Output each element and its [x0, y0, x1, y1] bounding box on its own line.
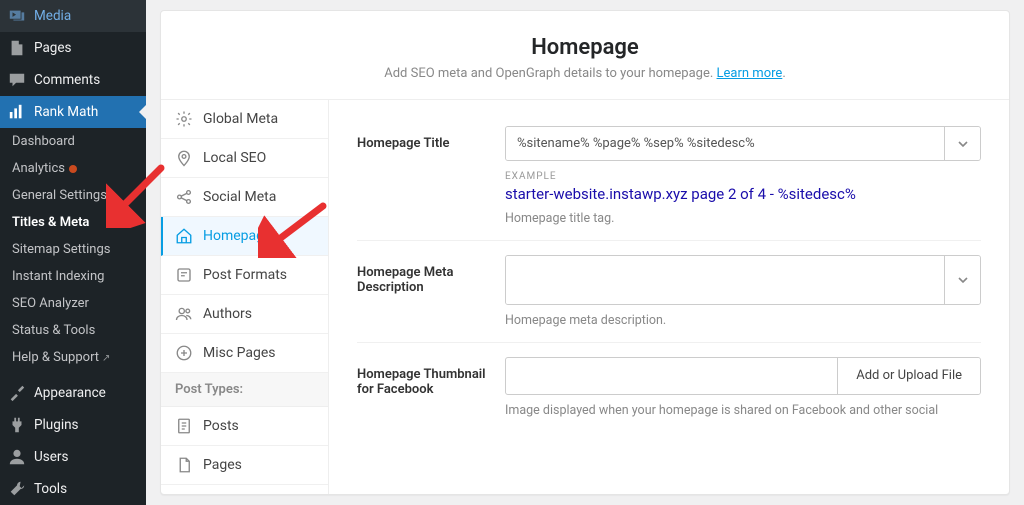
tab-label: Social Meta — [203, 189, 276, 205]
menu-label: Tools — [34, 481, 67, 497]
example-label: EXAMPLE — [505, 171, 981, 182]
tab-social-meta[interactable]: Social Meta — [161, 178, 328, 217]
submenu-status-tools[interactable]: Status & Tools — [0, 317, 146, 344]
page-title: Homepage — [181, 35, 989, 60]
description-variables-dropdown[interactable] — [944, 256, 980, 304]
tab-label: Pages — [203, 457, 242, 473]
chevron-down-icon — [957, 274, 969, 286]
external-link-icon: ↗ — [102, 353, 110, 364]
wp-admin-sidebar: Media Pages Comments Rank Math Dashboard… — [0, 0, 146, 505]
homepage-title-input[interactable] — [506, 127, 944, 160]
settings-subnav: Global Meta Local SEO Social Meta Homepa… — [161, 100, 329, 494]
submenu-dashboard[interactable]: Dashboard — [0, 128, 146, 155]
authors-icon — [175, 305, 193, 323]
users-icon — [8, 448, 26, 466]
appearance-icon — [8, 384, 26, 402]
menu-media[interactable]: Media — [0, 0, 146, 32]
title-variables-dropdown[interactable] — [944, 127, 980, 160]
tab-local-seo[interactable]: Local SEO — [161, 139, 328, 178]
field-homepage-thumbnail: Homepage Thumbnail for Facebook Add or U… — [357, 343, 981, 432]
menu-pages[interactable]: Pages — [0, 32, 146, 64]
home-icon — [175, 227, 193, 245]
misc-icon — [175, 344, 193, 362]
tab-global-meta[interactable]: Global Meta — [161, 100, 328, 139]
tab-homepage[interactable]: Homepage — [161, 217, 328, 256]
menu-label: Plugins — [34, 417, 79, 433]
tab-label: Post Formats — [203, 267, 287, 283]
tab-post-formats[interactable]: Post Formats — [161, 256, 328, 295]
post-formats-icon — [175, 266, 193, 284]
tab-label: Authors — [203, 306, 252, 322]
field-label: Homepage Thumbnail for Facebook — [357, 357, 505, 418]
menu-plugins[interactable]: Plugins — [0, 409, 146, 441]
submenu-label: Analytics — [12, 161, 65, 176]
submenu-titles-meta[interactable]: Titles & Meta — [0, 209, 146, 236]
submenu-sitemap[interactable]: Sitemap Settings — [0, 236, 146, 263]
menu-tools[interactable]: Tools — [0, 473, 146, 505]
tab-pages[interactable]: Pages — [161, 446, 328, 485]
share-icon — [175, 188, 193, 206]
field-homepage-title: Homepage Title EXAMPLE starter-website.i… — [357, 122, 981, 241]
menu-comments[interactable]: Comments — [0, 64, 146, 96]
submenu-label: Help & Support — [12, 350, 99, 365]
settings-form: Homepage Title EXAMPLE starter-website.i… — [329, 100, 1009, 494]
submenu-seo-analyzer[interactable]: SEO Analyzer — [0, 290, 146, 317]
tab-misc-pages[interactable]: Misc Pages — [161, 334, 328, 373]
learn-more-link[interactable]: Learn more — [717, 66, 783, 81]
tab-label: Misc Pages — [203, 345, 276, 361]
menu-appearance[interactable]: Appearance — [0, 377, 146, 409]
panel-header: Homepage Add SEO meta and OpenGraph deta… — [161, 11, 1009, 100]
page-subtitle: Add SEO meta and OpenGraph details to yo… — [181, 66, 989, 81]
notification-dot-icon — [69, 165, 77, 173]
submenu-general-settings[interactable]: General Settings — [0, 182, 146, 209]
plugins-icon — [8, 416, 26, 434]
tab-label: Homepage — [203, 228, 271, 244]
menu-label: Media — [34, 8, 71, 24]
submenu-analytics[interactable]: Analytics — [0, 155, 146, 182]
posts-icon — [175, 417, 193, 435]
post-types-header: Post Types: — [161, 373, 328, 407]
menu-users[interactable]: Users — [0, 441, 146, 473]
tab-posts[interactable]: Posts — [161, 407, 328, 446]
thumbnail-preview — [506, 358, 837, 394]
field-help: Homepage meta description. — [505, 313, 981, 328]
menu-label: Pages — [34, 40, 72, 56]
tools-icon — [8, 480, 26, 498]
field-help: Homepage title tag. — [505, 211, 981, 226]
content-area: Homepage Add SEO meta and OpenGraph deta… — [146, 0, 1024, 505]
comments-icon — [8, 71, 26, 89]
submenu-help-support[interactable]: Help & Support↗ — [0, 344, 146, 371]
media-icon — [8, 7, 26, 25]
menu-label: Appearance — [34, 385, 106, 401]
menu-label: Rank Math — [34, 104, 98, 120]
title-example-preview: starter-website.instawp.xyz page 2 of 4 … — [505, 185, 981, 203]
menu-label: Comments — [34, 72, 100, 88]
pages-icon — [8, 39, 26, 57]
menu-label: Users — [34, 449, 68, 465]
pages-icon — [175, 456, 193, 474]
homepage-description-input[interactable] — [506, 256, 944, 304]
field-label: Homepage Title — [357, 126, 505, 226]
tab-label: Global Meta — [203, 111, 278, 127]
field-help: Image displayed when your homepage is sh… — [505, 403, 981, 418]
rank-math-icon — [8, 103, 26, 121]
menu-rank-math[interactable]: Rank Math — [0, 96, 146, 128]
upload-file-button[interactable]: Add or Upload File — [837, 358, 980, 394]
tab-label: Posts — [203, 418, 239, 434]
chevron-down-icon — [957, 138, 969, 150]
field-homepage-description: Homepage Meta Description Homepage meta … — [357, 241, 981, 343]
tab-authors[interactable]: Authors — [161, 295, 328, 334]
submenu-instant-indexing[interactable]: Instant Indexing — [0, 263, 146, 290]
tab-label: Local SEO — [203, 150, 266, 166]
gear-icon — [175, 110, 193, 128]
field-label: Homepage Meta Description — [357, 255, 505, 328]
pin-icon — [175, 149, 193, 167]
settings-panel: Homepage Add SEO meta and OpenGraph deta… — [160, 10, 1010, 495]
